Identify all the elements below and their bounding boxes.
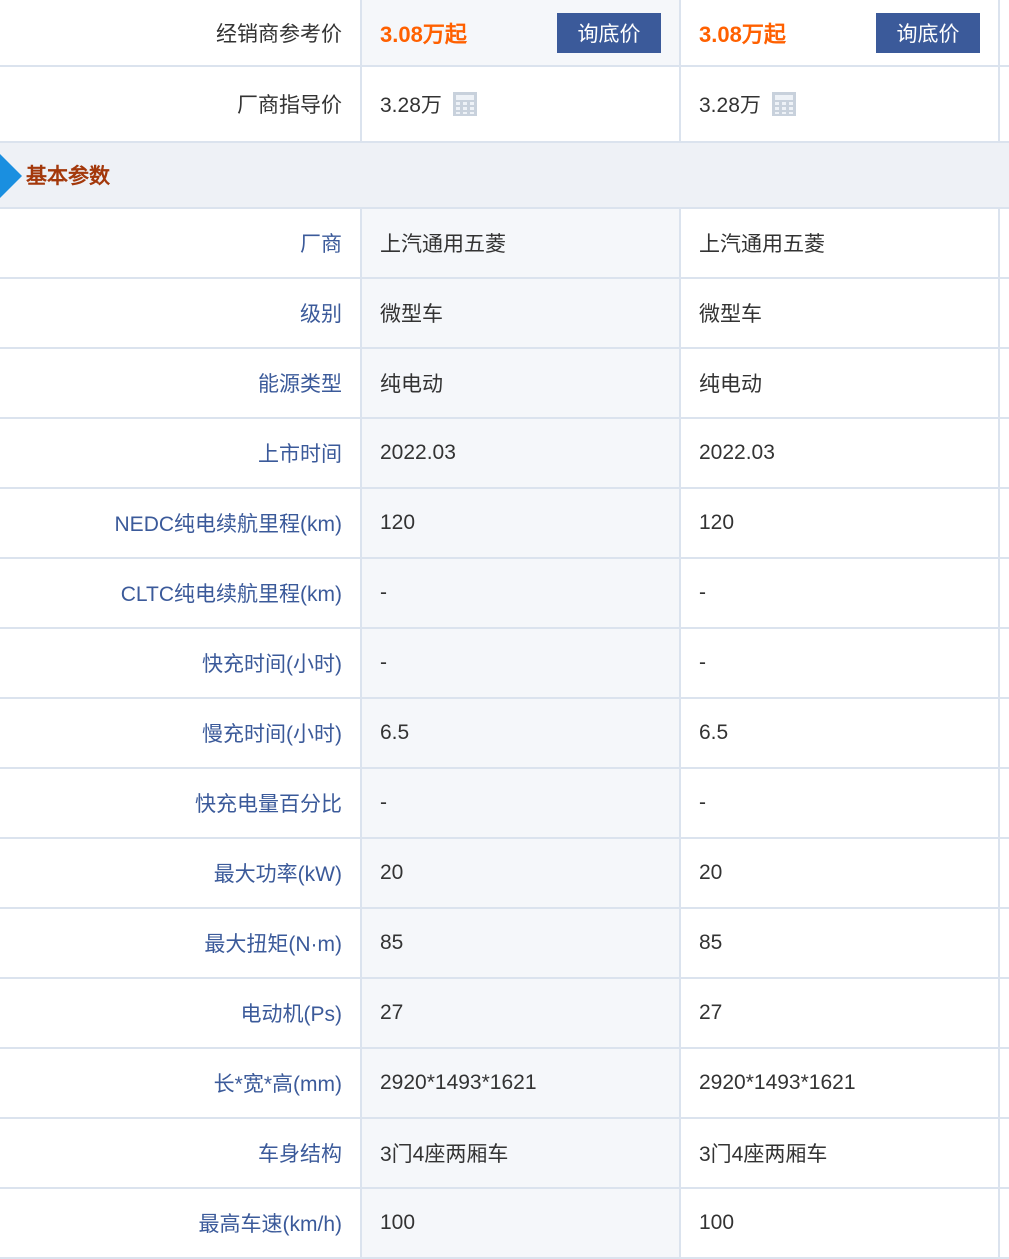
spec-value: 6.5 [679,699,998,767]
section-arrow-icon [0,154,22,198]
spec-value: - [679,559,998,627]
spec-label[interactable]: 厂商 [0,209,360,277]
spec-row: 电动机(Ps) 27 27 [0,979,1009,1049]
column-filler [998,699,1009,767]
guide-price-cell: 3.28万 [679,67,998,141]
spec-label[interactable]: 车身结构 [0,1119,360,1187]
column-filler [998,0,1009,65]
spec-value: 纯电动 [360,349,679,417]
spec-row: 慢充时间(小时) 6.5 6.5 [0,699,1009,769]
column-filler [998,1189,1009,1257]
spec-row: 最高车速(km/h) 100 100 [0,1189,1009,1259]
spec-row: CLTC纯电续航里程(km) - - [0,559,1009,629]
dealer-price-cell: 3.08万起 询底价 [360,0,679,65]
column-filler [998,979,1009,1047]
guide-price-cell: 3.28万 [360,67,679,141]
calculator-icon[interactable] [771,91,797,117]
spec-value: - [679,769,998,837]
spec-value: 27 [360,979,679,1047]
spec-value: 100 [679,1189,998,1257]
spec-value: 纯电动 [679,349,998,417]
spec-label[interactable]: 快充电量百分比 [0,769,360,837]
spec-label[interactable]: 上市时间 [0,419,360,487]
ask-price-button[interactable]: 询底价 [876,12,980,53]
column-filler [998,419,1009,487]
column-filler [998,769,1009,837]
spec-value: 20 [679,839,998,907]
spec-row: 长*宽*高(mm) 2920*1493*1621 2920*1493*1621 [0,1049,1009,1119]
spec-row: 最大扭矩(N·m) 85 85 [0,909,1009,979]
spec-value: 3门4座两厢车 [360,1119,679,1187]
column-filler [998,349,1009,417]
spec-value: 6.5 [360,699,679,767]
spec-value: - [360,769,679,837]
calculator-icon[interactable] [452,91,478,117]
dealer-price-cell: 3.08万起 询底价 [679,0,998,65]
spec-row: 车身结构 3门4座两厢车 3门4座两厢车 [0,1119,1009,1189]
spec-value: 120 [679,489,998,557]
spec-row: 快充时间(小时) - - [0,629,1009,699]
spec-label[interactable]: 能源类型 [0,349,360,417]
spec-label[interactable]: 级别 [0,279,360,347]
spec-value: 100 [360,1189,679,1257]
dealer-price-label: 经销商参考价 [216,22,342,46]
spec-label[interactable]: 慢充时间(小时) [0,699,360,767]
spec-row: 上市时间 2022.03 2022.03 [0,419,1009,489]
guide-price-value: 3.28万 [380,94,442,117]
column-filler [998,909,1009,977]
spec-value: - [360,629,679,697]
spec-row: 能源类型 纯电动 纯电动 [0,349,1009,419]
guide-price-value: 3.28万 [699,94,761,117]
dealer-price-value: 3.08万起 [380,21,467,47]
spec-row: 快充电量百分比 - - [0,769,1009,839]
spec-value: 微型车 [360,279,679,347]
spec-value: 85 [679,909,998,977]
spec-value: - [360,559,679,627]
column-filler [998,629,1009,697]
spec-row: 最大功率(kW) 20 20 [0,839,1009,909]
dealer-price-value: 3.08万起 [699,21,786,47]
spec-value: 85 [360,909,679,977]
column-filler [998,279,1009,347]
section-header-basic-params: 基本参数 [0,143,1009,209]
column-filler [998,839,1009,907]
spec-value: 2920*1493*1621 [360,1049,679,1117]
spec-value: 2022.03 [360,419,679,487]
spec-value: 120 [360,489,679,557]
ask-price-button[interactable]: 询底价 [557,12,661,53]
spec-value: - [679,629,998,697]
spec-value: 27 [679,979,998,1047]
spec-rows: 厂商 上汽通用五菱 上汽通用五菱 级别 微型车 微型车 能源类型 纯电动 纯电动 上市时间 2022… [0,209,1009,1259]
column-filler [998,209,1009,277]
spec-value: 3门4座两厢车 [679,1119,998,1187]
column-filler [998,1049,1009,1117]
spec-value: 2022.03 [679,419,998,487]
column-filler [998,559,1009,627]
spec-row: NEDC纯电续航里程(km) 120 120 [0,489,1009,559]
spec-value: 上汽通用五菱 [360,209,679,277]
spec-value: 2920*1493*1621 [679,1049,998,1117]
spec-row: 厂商 上汽通用五菱 上汽通用五菱 [0,209,1009,279]
column-filler [998,67,1009,141]
dealer-price-row: 经销商参考价 3.08万起 询底价 3.08万起 询底价 [0,0,1009,67]
spec-row: 级别 微型车 微型车 [0,279,1009,349]
spec-label[interactable]: 电动机(Ps) [0,979,360,1047]
spec-label[interactable]: 最大扭矩(N·m) [0,909,360,977]
spec-label[interactable]: 快充时间(小时) [0,629,360,697]
spec-label[interactable]: 长*宽*高(mm) [0,1049,360,1117]
spec-label[interactable]: 最大功率(kW) [0,839,360,907]
column-filler [998,1119,1009,1187]
spec-value: 微型车 [679,279,998,347]
spec-label[interactable]: NEDC纯电续航里程(km) [0,489,360,557]
section-title: 基本参数 [26,165,110,188]
spec-value: 上汽通用五菱 [679,209,998,277]
spec-comparison-table: 经销商参考价 3.08万起 询底价 3.08万起 询底价 厂商指导价 3.28万 [0,0,1009,1259]
spec-label[interactable]: CLTC纯电续航里程(km) [0,559,360,627]
guide-price-row: 厂商指导价 3.28万 3.28万 [0,67,1009,143]
guide-price-label: 厂商指导价 [237,94,342,117]
spec-value: 20 [360,839,679,907]
spec-label[interactable]: 最高车速(km/h) [0,1189,360,1257]
column-filler [998,489,1009,557]
